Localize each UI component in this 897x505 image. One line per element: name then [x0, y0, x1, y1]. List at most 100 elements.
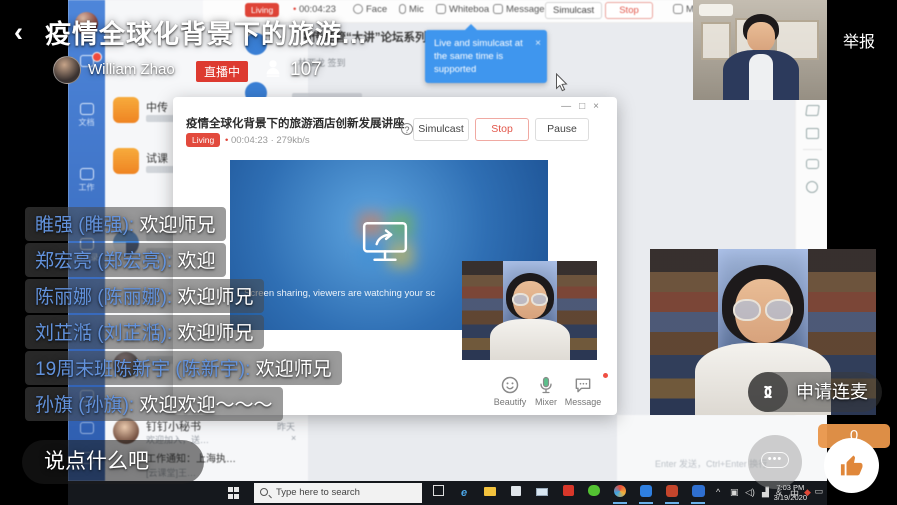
tv-icon[interactable]	[806, 128, 819, 139]
broadcast-stats: 00:04:23 · 279kb/s	[231, 135, 310, 146]
active-indicator	[691, 502, 705, 504]
network-icon[interactable]: ▟	[762, 487, 769, 498]
viewer-count: 107	[290, 59, 322, 81]
conversation-title[interactable]: 中传	[146, 99, 168, 115]
divider	[803, 149, 822, 150]
chat-message: 郑宏亮 (郑宏亮): 欢迎	[25, 243, 226, 277]
chat-input[interactable]: 说点什么吧	[22, 440, 204, 484]
store-icon[interactable]	[508, 485, 524, 501]
chat-message: 睢强 (睢强): 欢迎师兄	[25, 207, 226, 241]
active-indicator	[665, 502, 679, 504]
chat-text: 欢迎师兄	[178, 287, 254, 308]
host-shirt	[749, 54, 773, 100]
globe-icon[interactable]	[806, 181, 818, 193]
glasses	[512, 293, 548, 306]
mic-request-button[interactable]: 申请连麦	[748, 372, 882, 412]
chat-text: 欢迎师兄	[178, 323, 254, 344]
stop-button[interactable]: Stop	[605, 2, 653, 19]
chat-text: 欢迎师兄	[256, 359, 332, 380]
chat-message: 刘芷湉 (刘芷湉): 欢迎师兄	[25, 315, 264, 349]
whiteboard-button[interactable]: Whiteboa	[436, 4, 489, 15]
sidebar-label: 工作	[79, 183, 95, 192]
screen-sharing-icon	[360, 220, 410, 264]
message-icon	[493, 4, 503, 14]
tray-expand-icon[interactable]: ^	[716, 487, 720, 497]
mic-icon	[399, 4, 406, 14]
more-actions-button[interactable]: •••	[748, 435, 802, 489]
powerpoint-icon[interactable]	[664, 485, 680, 501]
back-button[interactable]: ‹	[14, 17, 23, 48]
minimize-icon[interactable]: —	[561, 101, 579, 112]
close-icon[interactable]: ×	[593, 101, 607, 112]
conversation-time: 昨天	[277, 420, 295, 433]
wechat-icon[interactable]	[586, 485, 602, 501]
more-dots-icon: •••	[761, 452, 789, 468]
mail-icon[interactable]	[534, 485, 550, 501]
simulcast-tooltip: Live and simulcast at the same time is s…	[425, 30, 547, 83]
stop-button[interactable]: Stop	[475, 118, 529, 141]
broadcast-title: 疫情全球化背景下的旅游酒店创新发展讲座	[186, 115, 405, 131]
chat-text: 欢迎欢迎～～～	[140, 395, 273, 416]
host-camera-video	[693, 0, 827, 100]
sidebar-item-mail[interactable]	[68, 422, 105, 436]
message-button[interactable]: Message	[493, 4, 545, 15]
mic-request-label: 申请连麦	[796, 382, 868, 402]
like-button[interactable]	[824, 438, 879, 493]
sidebar-item-docs[interactable]: 文档	[68, 103, 105, 128]
volume-icon[interactable]: ◁)	[745, 487, 755, 498]
message-button[interactable]: Message	[556, 375, 610, 407]
tray-camera-icon[interactable]: ▣	[730, 487, 739, 498]
mouse-cursor	[555, 73, 568, 92]
report-button[interactable]: 举报	[843, 28, 875, 52]
simulcast-button[interactable]: Simulcast	[413, 118, 469, 141]
windows-taskbar: Type here to search e ^ ▣ ◁) ▟ & 中 ◆ 7:	[68, 481, 827, 505]
chat-text: 欢迎师兄	[140, 215, 216, 236]
search-placeholder: Type here to search	[276, 487, 360, 498]
sidebar-item-work[interactable]: 工作	[68, 168, 105, 193]
whiteboard-icon	[436, 4, 446, 14]
clock-date: 3/19/2020	[774, 493, 807, 503]
active-indicator	[613, 502, 627, 504]
taskbar-search[interactable]: Type here to search	[254, 483, 422, 503]
video-app-icon[interactable]	[690, 485, 706, 501]
group-avatar[interactable]	[113, 148, 139, 174]
pause-button[interactable]: Pause	[535, 118, 589, 141]
window-controls: —□×	[561, 101, 607, 112]
file-explorer-icon[interactable]	[482, 485, 498, 501]
group-avatar[interactable]	[113, 97, 139, 123]
help-icon: ?	[401, 123, 413, 135]
megaphone-icon[interactable]	[805, 105, 820, 116]
message-bubble-icon	[573, 375, 593, 395]
edge-icon[interactable]: e	[456, 485, 472, 501]
camera-icon[interactable]	[806, 159, 819, 169]
task-view-icon[interactable]	[430, 485, 446, 501]
action-center-icon[interactable]: ▭	[814, 486, 823, 497]
tooltip-text: Live and simulcast at the same time is s…	[434, 38, 523, 75]
camera-preview-video	[462, 261, 597, 360]
tooltip-close-icon[interactable]: ×	[535, 37, 541, 50]
living-badge: Living	[186, 133, 220, 147]
red-app-icon[interactable]	[560, 485, 576, 501]
sidebar-label: 文档	[79, 118, 95, 127]
maximize-icon[interactable]: □	[579, 101, 593, 112]
dingtalk-icon[interactable]	[612, 485, 628, 501]
cabinet	[701, 22, 731, 60]
glasses	[733, 299, 793, 321]
stream-title: 疫情全球化背景下的旅游...	[45, 14, 367, 51]
host-face	[747, 22, 775, 52]
live-status-badge: 直播中	[196, 61, 248, 82]
microphone-icon	[536, 375, 556, 395]
grid-icon	[80, 168, 94, 180]
host-avatar[interactable]	[53, 56, 81, 84]
simulcast-button[interactable]: Simulcast	[545, 2, 602, 19]
active-indicator	[639, 502, 653, 504]
blue-app-icon[interactable]	[638, 485, 654, 501]
chat-message: 19周末班陈新宇 (陈新宇): 欢迎师兄	[25, 351, 342, 385]
start-button[interactable]	[228, 487, 240, 499]
chat-sender: 刘芷湉 (刘芷湉):	[35, 323, 172, 344]
mail-icon	[80, 422, 94, 434]
conversation-title[interactable]: 试课	[146, 150, 168, 166]
close-icon[interactable]: ×	[291, 433, 296, 443]
notification-dot	[603, 373, 608, 378]
mic-button[interactable]: Mic	[399, 4, 424, 15]
